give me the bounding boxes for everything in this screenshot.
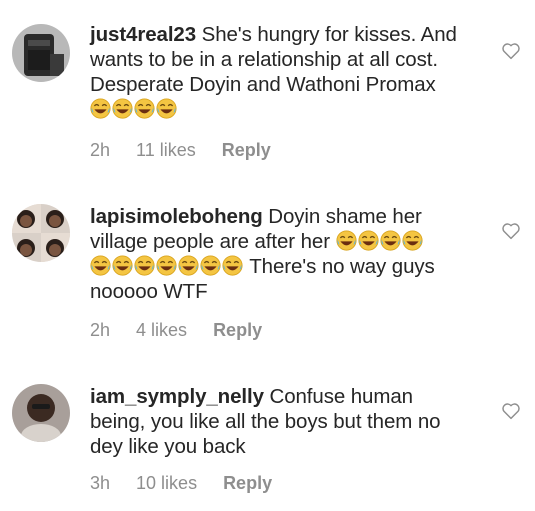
likes-count[interactable]: 11 likes xyxy=(136,140,196,161)
laughing-emoji-icon xyxy=(200,255,221,276)
heart-outline-icon[interactable] xyxy=(501,222,521,240)
laughing-emoji-icon xyxy=(357,230,379,251)
emoji-row xyxy=(90,97,490,122)
avatar[interactable] xyxy=(12,384,70,442)
username[interactable]: just4real23 xyxy=(90,23,196,46)
comment-meta: 2h 4 likes Reply xyxy=(90,320,288,341)
heart-outline-icon[interactable] xyxy=(501,402,521,420)
laughing-emoji-icon xyxy=(112,98,133,119)
laughing-emoji-icon xyxy=(401,230,423,251)
heart-outline-icon[interactable] xyxy=(501,42,521,60)
likes-count[interactable]: 10 likes xyxy=(136,473,197,494)
laughing-emoji-icon xyxy=(90,98,111,119)
laughing-emoji-icon xyxy=(156,255,177,276)
laughing-emoji-icon xyxy=(178,255,199,276)
reply-button[interactable]: Reply xyxy=(213,320,262,341)
username[interactable]: lapisimoleboheng xyxy=(90,205,263,228)
avatar[interactable] xyxy=(12,24,70,82)
comment-time: 3h xyxy=(90,473,111,493)
comment-item: iam_symply_nelly Confuse human being, yo… xyxy=(0,360,535,511)
laughing-emoji-icon xyxy=(156,98,177,119)
laughing-emoji-icon xyxy=(134,255,155,276)
laughing-emoji-icon xyxy=(379,230,401,251)
reply-button[interactable]: Reply xyxy=(222,140,271,161)
laughing-emoji-icon xyxy=(90,255,111,276)
laughing-emoji-icon xyxy=(222,255,243,276)
comment-item: lapisimoleboheng Doyin shame her village… xyxy=(0,180,535,360)
comment-item: just4real23 She's hungry for kisses. And… xyxy=(0,0,535,180)
laughing-emoji-icon xyxy=(335,230,357,251)
comment-text: lapisimoleboheng Doyin shame her village… xyxy=(90,205,435,303)
comment-time: 2h xyxy=(90,140,111,160)
comment-text: just4real23 She's hungry for kisses. And… xyxy=(90,22,490,122)
username[interactable]: iam_symply_nelly xyxy=(90,385,264,408)
comment-text: iam_symply_nelly Confuse human being, yo… xyxy=(90,385,441,458)
comment-time: 2h xyxy=(90,320,111,340)
comment-meta: 2h 11 likes Reply xyxy=(90,140,297,161)
reply-button[interactable]: Reply xyxy=(223,473,272,494)
laughing-emoji-icon xyxy=(134,98,155,119)
likes-count[interactable]: 4 likes xyxy=(136,320,187,341)
avatar[interactable] xyxy=(12,204,70,262)
comment-meta: 3h 10 likes Reply xyxy=(90,473,298,494)
laughing-emoji-icon xyxy=(112,255,133,276)
